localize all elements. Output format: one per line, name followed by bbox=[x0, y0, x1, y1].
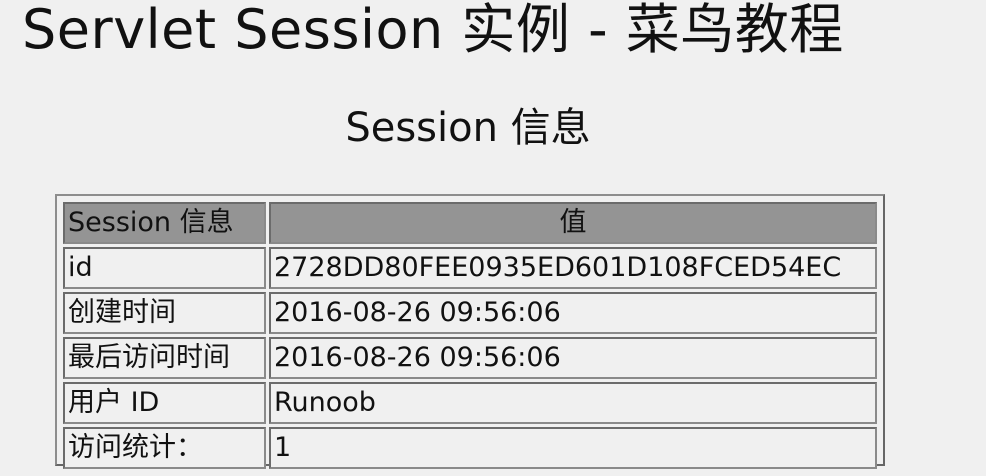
row-value: 2016-08-26 09:56:06 bbox=[269, 337, 877, 379]
row-label: 访问统计： bbox=[63, 427, 266, 469]
row-label: 用户 ID bbox=[63, 382, 266, 424]
page-title: Servlet Session 实例 - 菜鸟教程 bbox=[22, 0, 844, 61]
table-row: id 2728DD80FEE0935ED601D108FCED54EC bbox=[63, 247, 877, 289]
table-row: 访问统计： 1 bbox=[63, 427, 877, 469]
row-value: 2728DD80FEE0935ED601D108FCED54EC bbox=[269, 247, 877, 289]
page: Servlet Session 实例 - 菜鸟教程 Session 信息 Ses… bbox=[0, 0, 986, 476]
session-info-table-frame: Session 信息 值 id 2728DD80FEE0935ED601D108… bbox=[55, 194, 885, 469]
row-label: 最后访问时间 bbox=[63, 337, 266, 379]
section-heading: Session 信息 bbox=[345, 105, 591, 151]
column-header-value: 值 bbox=[269, 202, 877, 244]
row-label: 创建时间 bbox=[63, 292, 266, 334]
session-info-table: Session 信息 值 id 2728DD80FEE0935ED601D108… bbox=[60, 199, 880, 472]
table-row: 最后访问时间 2016-08-26 09:56:06 bbox=[63, 337, 877, 379]
table-row: 创建时间 2016-08-26 09:56:06 bbox=[63, 292, 877, 334]
row-value: 1 bbox=[269, 427, 877, 469]
row-label: id bbox=[63, 247, 266, 289]
row-value: 2016-08-26 09:56:06 bbox=[269, 292, 877, 334]
table-header-row: Session 信息 值 bbox=[63, 202, 877, 244]
column-header-name: Session 信息 bbox=[63, 202, 266, 244]
row-value: Runoob bbox=[269, 382, 877, 424]
table-row: 用户 ID Runoob bbox=[63, 382, 877, 424]
